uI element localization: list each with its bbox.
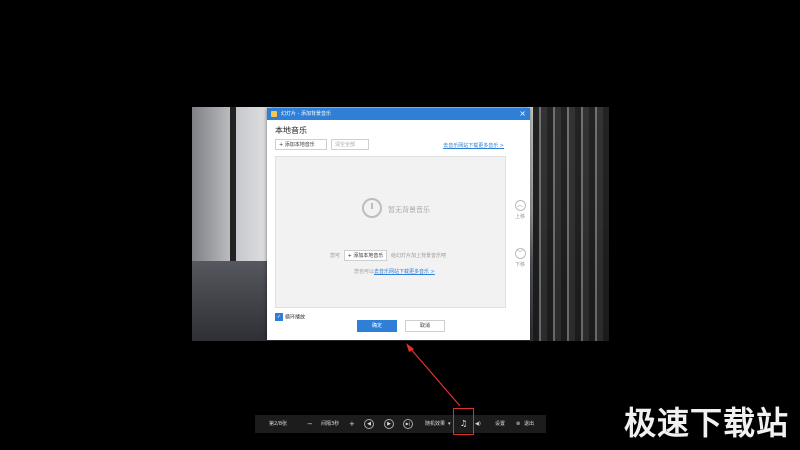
- volume-icon[interactable]: ◀): [475, 415, 481, 433]
- prev-button[interactable]: ◀: [364, 419, 374, 429]
- next-button[interactable]: ▶|: [403, 419, 413, 429]
- interval-label: 间隔3秒: [321, 421, 340, 427]
- slideshow-control-bar: 第2/8张 − 间隔3秒 + ◀ ▶ ▶| 随机效果 ▾ ♫ ◀) 设置 ⊗ 退…: [255, 415, 546, 433]
- music-button-highlight: [453, 408, 474, 435]
- exit-icon[interactable]: ⊗: [516, 415, 520, 433]
- play-button[interactable]: ▶: [384, 419, 394, 429]
- interval-plus-button[interactable]: +: [349, 415, 355, 433]
- exit-button[interactable]: 退出: [524, 415, 534, 433]
- annotation-arrow: [406, 343, 461, 407]
- effect-select[interactable]: 随机效果: [425, 415, 445, 433]
- interval-minus-button[interactable]: −: [307, 415, 313, 433]
- page-indicator: 第2/8张: [269, 421, 288, 427]
- chevron-down-icon[interactable]: ▾: [448, 415, 451, 433]
- settings-button[interactable]: 设置: [495, 415, 505, 433]
- watermark: 极速下载站: [624, 404, 790, 442]
